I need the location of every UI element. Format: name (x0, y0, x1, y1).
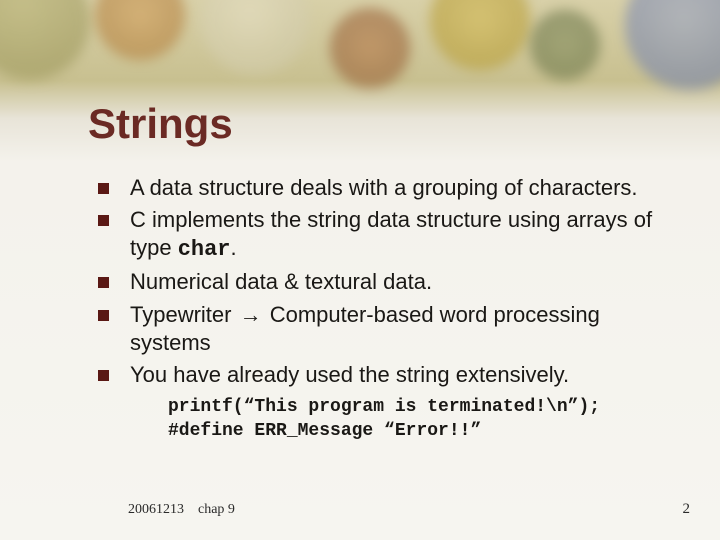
bullet-text: Typewriter (130, 302, 238, 327)
bullet-text: string (307, 207, 361, 232)
page-number: 2 (683, 501, 691, 518)
footer: 20061213 chap 9 (128, 502, 235, 518)
code-line: printf(“This program is terminated!\n”); (168, 397, 600, 417)
bullet-item: C implements the string data structure u… (94, 206, 660, 264)
bullet-list: A data structure deals with a grouping o… (94, 174, 660, 389)
bullet-item: Typewriter → Computer-based word process… (94, 301, 660, 357)
bullet-item: A data structure deals with a grouping o… (94, 174, 660, 202)
footer-chapter: chap 9 (198, 502, 235, 517)
bullet-text: data. (377, 269, 432, 294)
bullet-text: . (231, 235, 237, 260)
arrow-right-icon: → (238, 301, 264, 329)
bullet-text: C implements the (130, 207, 307, 232)
bullet-text: Numerical data & (130, 269, 305, 294)
bullet-text: You have already used the string extensi… (130, 362, 569, 387)
code-line: #define ERR_Message “Error!!” (168, 421, 481, 441)
bullet-text: textural (305, 269, 377, 294)
slide-title: Strings (88, 100, 660, 148)
bullet-item: Numerical data & textural data. (94, 268, 660, 296)
slide-body: Strings A data structure deals with a gr… (0, 0, 720, 540)
code-block: printf(“This program is terminated!\n”);… (168, 395, 660, 444)
code-inline: char (178, 237, 231, 262)
bullet-item: You have already used the string extensi… (94, 361, 660, 389)
bullet-text: A data structure deals with a grouping o… (130, 175, 638, 200)
footer-date: 20061213 (128, 502, 184, 517)
